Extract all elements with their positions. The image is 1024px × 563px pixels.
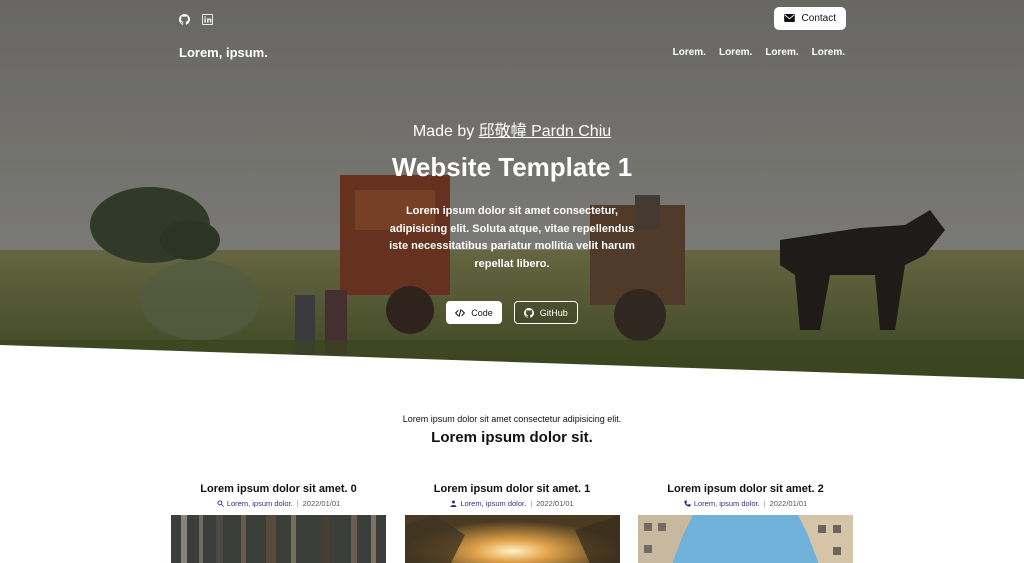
card-author-label: Lorem, ipsum dolor. [226, 499, 293, 508]
card-meta: Lorem, ipsum dolor. | 2022/01/01 [171, 499, 386, 508]
meta-divider: | [763, 499, 766, 508]
hero-buttons: Code GitHub [0, 301, 1024, 324]
meta-divider: | [530, 499, 533, 508]
brand-logo[interactable]: Lorem, ipsum. [179, 45, 268, 60]
github-icon [523, 307, 534, 318]
phone-icon [684, 500, 691, 507]
card-list: Lorem ipsum dolor sit amet. 0 Lorem, ips… [171, 483, 853, 563]
author-link[interactable]: 邱敬幃 Pardn Chiu [479, 123, 612, 140]
card-author[interactable]: Lorem, ipsum dolor. [450, 499, 526, 508]
card-date: 2022/01/01 [769, 499, 808, 508]
hero-section: Contact Lorem, ipsum. Lorem. Lorem. Lore… [0, 0, 1024, 380]
card-meta: Lorem, ipsum dolor. | 2022/01/01 [638, 499, 853, 508]
hero-description: Lorem ipsum dolor sit amet consectetur, … [389, 205, 635, 270]
card[interactable]: Lorem ipsum dolor sit amet. 2 Lorem, ips… [638, 483, 853, 563]
made-by-prefix: Made by [412, 123, 479, 140]
code-button[interactable]: Code [446, 301, 502, 324]
topbar: Contact [178, 6, 846, 30]
card-image-forest[interactable] [171, 515, 386, 563]
card-image-sunlight[interactable] [404, 515, 620, 563]
nav-links: Lorem. Lorem. Lorem. Lorem. [673, 47, 845, 58]
card-date: 2022/01/01 [536, 499, 574, 508]
card-title[interactable]: Lorem ipsum dolor sit amet. 0 [171, 483, 386, 495]
contact-button[interactable]: Contact [773, 6, 846, 30]
card-title[interactable]: Lorem ipsum dolor sit amet. 1 [405, 483, 620, 495]
nav-link-3[interactable]: Lorem. [765, 47, 798, 58]
card-image-buildings[interactable] [638, 515, 853, 563]
card-author[interactable]: Lorem, ipsum dolor. [684, 499, 760, 508]
nav-link-4[interactable]: Lorem. [812, 47, 845, 58]
code-button-label: Code [471, 307, 493, 318]
nav-link-2[interactable]: Lorem. [719, 47, 752, 58]
card[interactable]: Lorem ipsum dolor sit amet. 1 Lorem, ips… [404, 483, 620, 563]
card-author-label: Lorem, ipsum dolor. [693, 499, 760, 508]
social-links [178, 12, 214, 25]
section-title: Lorem ipsum dolor sit. [431, 429, 593, 446]
envelope-icon [783, 14, 795, 22]
meta-divider: | [296, 499, 299, 508]
card-meta: Lorem, ipsum dolor. | 2022/01/01 [405, 499, 620, 508]
github-button[interactable]: GitHub [513, 301, 578, 324]
nav-link-1[interactable]: Lorem. [673, 47, 706, 58]
code-icon [455, 308, 466, 318]
hero-title: Website Template 1 [391, 152, 633, 182]
linkedin-icon[interactable] [201, 12, 214, 25]
card-author[interactable]: Lorem, ipsum dolor. [217, 499, 293, 508]
section-subtitle: Lorem ipsum dolor sit amet consectetur a… [402, 414, 622, 424]
user-icon [450, 500, 457, 507]
hero-content: Made by 邱敬幃 Pardn Chiu Website Template … [0, 117, 1024, 324]
github-icon[interactable] [178, 12, 190, 25]
card-author-label: Lorem, ipsum dolor. [460, 499, 527, 508]
contact-label: Contact [801, 12, 836, 24]
made-by-line: Made by 邱敬幃 Pardn Chiu [0, 117, 1024, 141]
card-title[interactable]: Lorem ipsum dolor sit amet. 2 [638, 483, 853, 495]
card-date: 2022/01/01 [302, 499, 341, 508]
github-button-label: GitHub [539, 307, 568, 318]
navbar: Lorem, ipsum. Lorem. Lorem. Lorem. Lorem… [179, 45, 845, 60]
card[interactable]: Lorem ipsum dolor sit amet. 0 Lorem, ips… [171, 483, 386, 563]
search-icon [217, 500, 224, 507]
